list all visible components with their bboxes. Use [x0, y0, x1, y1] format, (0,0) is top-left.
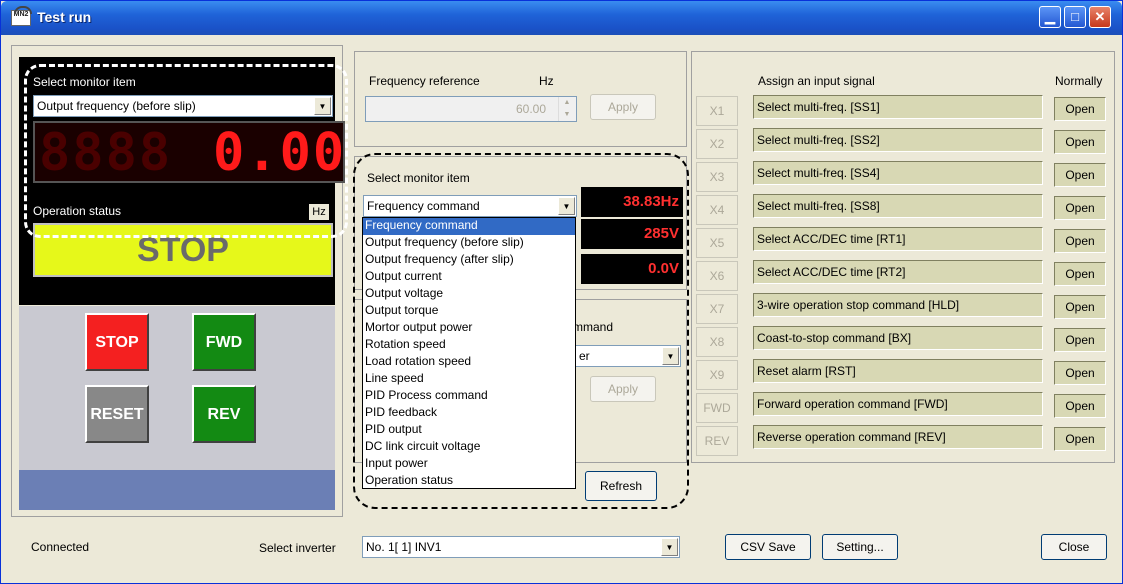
- close-button[interactable]: Close: [1041, 534, 1107, 560]
- signal-x9[interactable]: Reset alarm [RST]: [753, 359, 1043, 383]
- state-x4: Open: [1054, 196, 1106, 220]
- signal-x6[interactable]: Select ACC/DEC time [RT2]: [753, 260, 1043, 284]
- state-x7: Open: [1054, 295, 1106, 319]
- maximize-button[interactable]: □: [1064, 6, 1086, 28]
- title-bar[interactable]: MN2 Test run ▁ □ ✕: [1, 1, 1122, 35]
- chevron-down-icon: ▼: [661, 538, 678, 556]
- select-inverter-label: Select inverter: [259, 541, 336, 555]
- dropdown-highlight-outline: [353, 153, 689, 509]
- terminal-x7-button[interactable]: X7: [696, 294, 738, 324]
- signal-x5[interactable]: Select ACC/DEC time [RT1]: [753, 227, 1043, 251]
- inverter-select[interactable]: No. 1[ 1] INV1 ▼: [362, 536, 680, 558]
- control-area: [19, 306, 335, 470]
- terminal-x5-button[interactable]: X5: [696, 228, 738, 258]
- csv-save-button[interactable]: CSV Save: [725, 534, 811, 560]
- terminal-x8-button[interactable]: X8: [696, 327, 738, 357]
- reset-button[interactable]: RESET: [85, 385, 149, 443]
- signal-x2[interactable]: Select multi-freq. [SS2]: [753, 128, 1043, 152]
- connection-status: Connected: [31, 540, 90, 554]
- stop-button[interactable]: STOP: [85, 313, 149, 371]
- highlight-outline: [24, 64, 348, 238]
- rev-button[interactable]: REV: [192, 385, 256, 443]
- signal-fwd[interactable]: Forward operation command [FWD]: [753, 392, 1043, 416]
- state-x3: Open: [1054, 163, 1106, 187]
- signal-x1[interactable]: Select multi-freq. [SS1]: [753, 95, 1043, 119]
- test-run-window: MN2 Test run ▁ □ ✕ Select monitor item O…: [0, 0, 1123, 584]
- state-x8: Open: [1054, 328, 1106, 352]
- frequency-reference-label: Frequency reference: [369, 74, 480, 88]
- terminal-x3-button[interactable]: X3: [696, 162, 738, 192]
- frequency-apply-button[interactable]: Apply: [590, 94, 656, 120]
- terminal-x6-button[interactable]: X6: [696, 261, 738, 291]
- signal-x4[interactable]: Select multi-freq. [SS8]: [753, 194, 1043, 218]
- frequency-unit-label: Hz: [539, 74, 554, 88]
- terminal-rev-button[interactable]: REV: [696, 426, 738, 456]
- fwd-button[interactable]: FWD: [192, 313, 256, 371]
- normally-header: Normally: [1055, 74, 1103, 88]
- left-panel: Select monitor item Output frequency (be…: [11, 45, 348, 517]
- control-footer-bar: [19, 470, 335, 510]
- frequency-input[interactable]: 60.00: [365, 96, 577, 122]
- state-fwd: Open: [1054, 394, 1106, 418]
- state-x1: Open: [1054, 97, 1106, 121]
- close-window-button[interactable]: ✕: [1089, 6, 1111, 28]
- setting-button[interactable]: Setting...: [822, 534, 898, 560]
- signal-x7[interactable]: 3-wire operation stop command [HLD]: [753, 293, 1043, 317]
- terminal-x4-button[interactable]: X4: [696, 195, 738, 225]
- state-rev: Open: [1054, 427, 1106, 451]
- terminal-x9-button[interactable]: X9: [696, 360, 738, 390]
- minimize-button[interactable]: ▁: [1039, 6, 1061, 28]
- assign-signal-header: Assign an input signal: [758, 74, 875, 88]
- frequency-spinner[interactable]: ▲ ▼: [558, 97, 575, 121]
- state-x6: Open: [1054, 262, 1106, 286]
- state-x9: Open: [1054, 361, 1106, 385]
- terminal-x1-button[interactable]: X1: [696, 96, 738, 126]
- signal-x8[interactable]: Coast-to-stop command [BX]: [753, 326, 1043, 350]
- window-title: Test run: [37, 9, 92, 25]
- frequency-reference-panel: Frequency reference Hz 60.00 ▲ ▼ Apply: [354, 51, 687, 147]
- signal-x3[interactable]: Select multi-freq. [SS4]: [753, 161, 1043, 185]
- signal-rev[interactable]: Reverse operation command [REV]: [753, 425, 1043, 449]
- terminal-x2-button[interactable]: X2: [696, 129, 738, 159]
- state-x2: Open: [1054, 130, 1106, 154]
- inverter-value: No. 1[ 1] INV1: [366, 540, 442, 554]
- app-icon: MN2: [11, 6, 32, 26]
- state-x5: Open: [1054, 229, 1106, 253]
- terminal-fwd-button[interactable]: FWD: [696, 393, 738, 423]
